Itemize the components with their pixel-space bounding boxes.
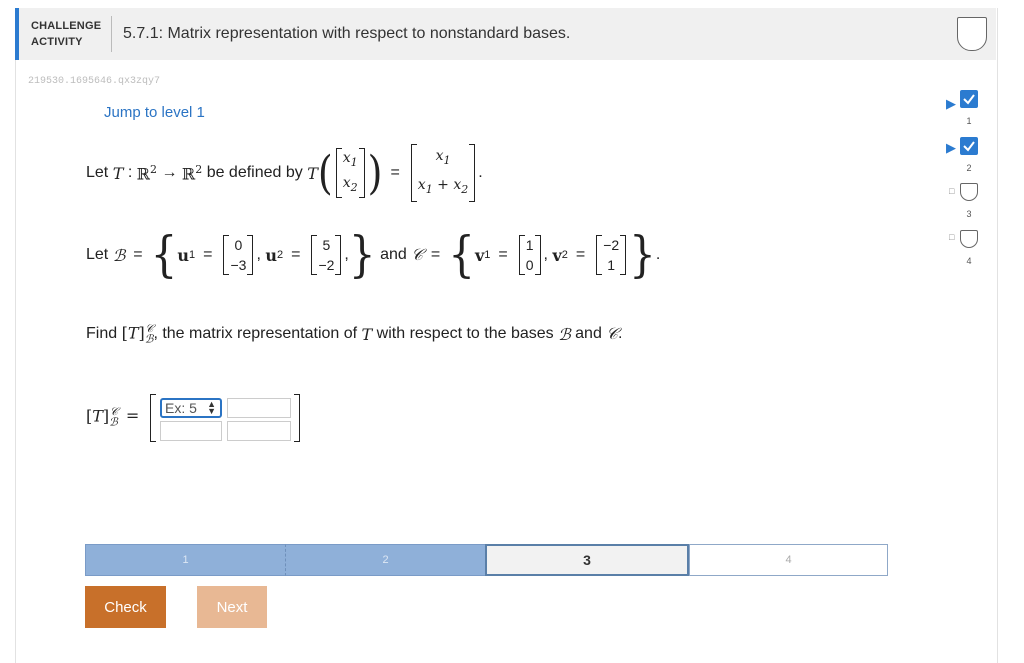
- level-segment-2[interactable]: 2: [285, 544, 486, 576]
- current-arrow-icon: ▶: [946, 140, 956, 155]
- stepper-icon[interactable]: ▲ ▼: [207, 400, 216, 416]
- answer-cell-2-1[interactable]: [160, 421, 222, 441]
- check-button[interactable]: Check: [85, 586, 166, 628]
- output-vector: x1 x1 + x2: [410, 144, 476, 202]
- level-number-4: 4: [966, 256, 972, 266]
- level-number-3: 3: [966, 209, 972, 219]
- level-indicator-4[interactable]: [960, 230, 978, 248]
- level-segment-3[interactable]: 3: [485, 544, 689, 576]
- transform-symbol: T: [112, 163, 124, 183]
- basis-vector-u2: 5 −2: [311, 235, 342, 275]
- question-text: Find [T]ℬ𝒞 , the matrix representation o…: [86, 322, 623, 346]
- basis-vector-v2: −2 1: [596, 235, 627, 275]
- jump-to-level-link[interactable]: Jump to level 1: [104, 104, 205, 121]
- completion-badge-icon: [957, 17, 987, 51]
- checkmark-icon: [963, 141, 975, 152]
- checkmark-icon: [963, 94, 975, 105]
- transform-definition: Let T : ℝ2 → ℝ2 be defined by T ( x1 x2 )…: [86, 140, 483, 206]
- current-arrow-icon: ▶: [946, 96, 956, 111]
- activity-id: 219530.1695646.qx3zqy7: [28, 76, 161, 87]
- activity-header: CHALLENGE ACTIVITY 5.7.1: Matrix represe…: [15, 8, 996, 60]
- level-indicator-2[interactable]: [960, 137, 978, 155]
- input-vector: x1 x2: [335, 148, 365, 198]
- answer-matrix: Ex: 5 ▲ ▼: [150, 394, 300, 442]
- level-segment-1[interactable]: 1: [85, 544, 286, 576]
- basis-vector-v1: 10: [518, 235, 541, 275]
- basis-vector-u1: 0 −3: [223, 235, 254, 275]
- activity-type-label: CHALLENGE ACTIVITY: [31, 20, 102, 48]
- level-indicator-1[interactable]: [960, 90, 978, 108]
- answer-cell-1-2[interactable]: [227, 398, 291, 418]
- level-segment-4[interactable]: 4: [689, 544, 888, 576]
- bases-definition: Let ℬ = { u 1 = 0 −3 , u 2 = 5 −2 , } and 𝒞 = { …: [86, 226, 661, 283]
- level-progress-bar: 1 2 3 4: [85, 544, 888, 576]
- answer-cell-1-1[interactable]: Ex: 5 ▲ ▼: [160, 398, 222, 418]
- level-indicator-3[interactable]: [960, 183, 978, 201]
- header-divider: [111, 16, 112, 52]
- level-number-1: 1: [966, 116, 972, 126]
- level-number-2: 2: [966, 163, 972, 173]
- answer-label: [T]ℬ𝒞 =: [86, 405, 140, 429]
- answer-cell-2-2[interactable]: [227, 421, 291, 441]
- activity-title: 5.7.1: Matrix representation with respec…: [123, 25, 571, 42]
- next-button[interactable]: Next: [197, 586, 267, 628]
